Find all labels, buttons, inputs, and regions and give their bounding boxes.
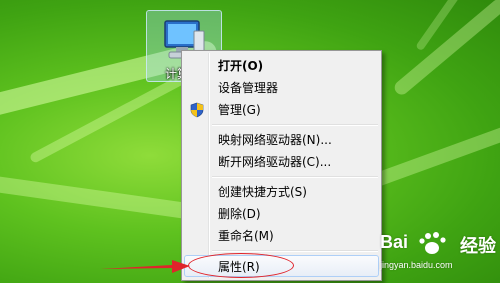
context-menu: 打开(O) 设备管理器 管理(G) 映射网络驱动器(N)... 断开网络驱动器(… <box>181 50 382 281</box>
red-arrow-icon <box>100 260 190 273</box>
highlight-ellipse <box>188 253 294 278</box>
uac-shield-icon <box>190 102 204 118</box>
leaf-vein <box>0 174 210 222</box>
menu-item-label: 创建快捷方式(S) <box>218 185 307 199</box>
baidu-jingyan-watermark: Bai 经验 jingyan.baidu.com <box>380 230 498 276</box>
menu-item-create-shortcut[interactable]: 创建快捷方式(S) <box>184 181 379 203</box>
paw-icon <box>419 232 446 254</box>
menu-separator <box>212 176 378 178</box>
menu-item-label: 断开网络驱动器(C)... <box>218 155 332 169</box>
menu-item-open[interactable]: 打开(O) <box>184 55 379 77</box>
menu-item-manage[interactable]: 管理(G) <box>184 99 379 121</box>
menu-item-label: 映射网络驱动器(N)... <box>218 133 332 147</box>
menu-separator <box>212 124 378 126</box>
menu-item-delete[interactable]: 删除(D) <box>184 203 379 225</box>
leaf-vein <box>362 123 500 191</box>
watermark-brand: Bai <box>380 232 409 252</box>
menu-item-label: 打开(O) <box>218 59 264 73</box>
menu-item-rename[interactable]: 重命名(M) <box>184 225 379 247</box>
menu-item-disconnect-network-drive[interactable]: 断开网络驱动器(C)... <box>184 151 379 173</box>
watermark-brand-jingyan: 经验 <box>460 236 496 257</box>
menu-item-label: 管理(G) <box>218 103 261 117</box>
menu-separator <box>212 250 378 252</box>
menu-item-label: 设备管理器 <box>218 81 279 95</box>
menu-item-map-network-drive[interactable]: 映射网络驱动器(N)... <box>184 129 379 151</box>
menu-item-label: 删除(D) <box>218 207 261 221</box>
watermark-url: jingyan.baidu.com <box>380 260 453 270</box>
menu-item-device-manager[interactable]: 设备管理器 <box>184 77 379 99</box>
menu-item-label: 重命名(M) <box>218 229 274 243</box>
